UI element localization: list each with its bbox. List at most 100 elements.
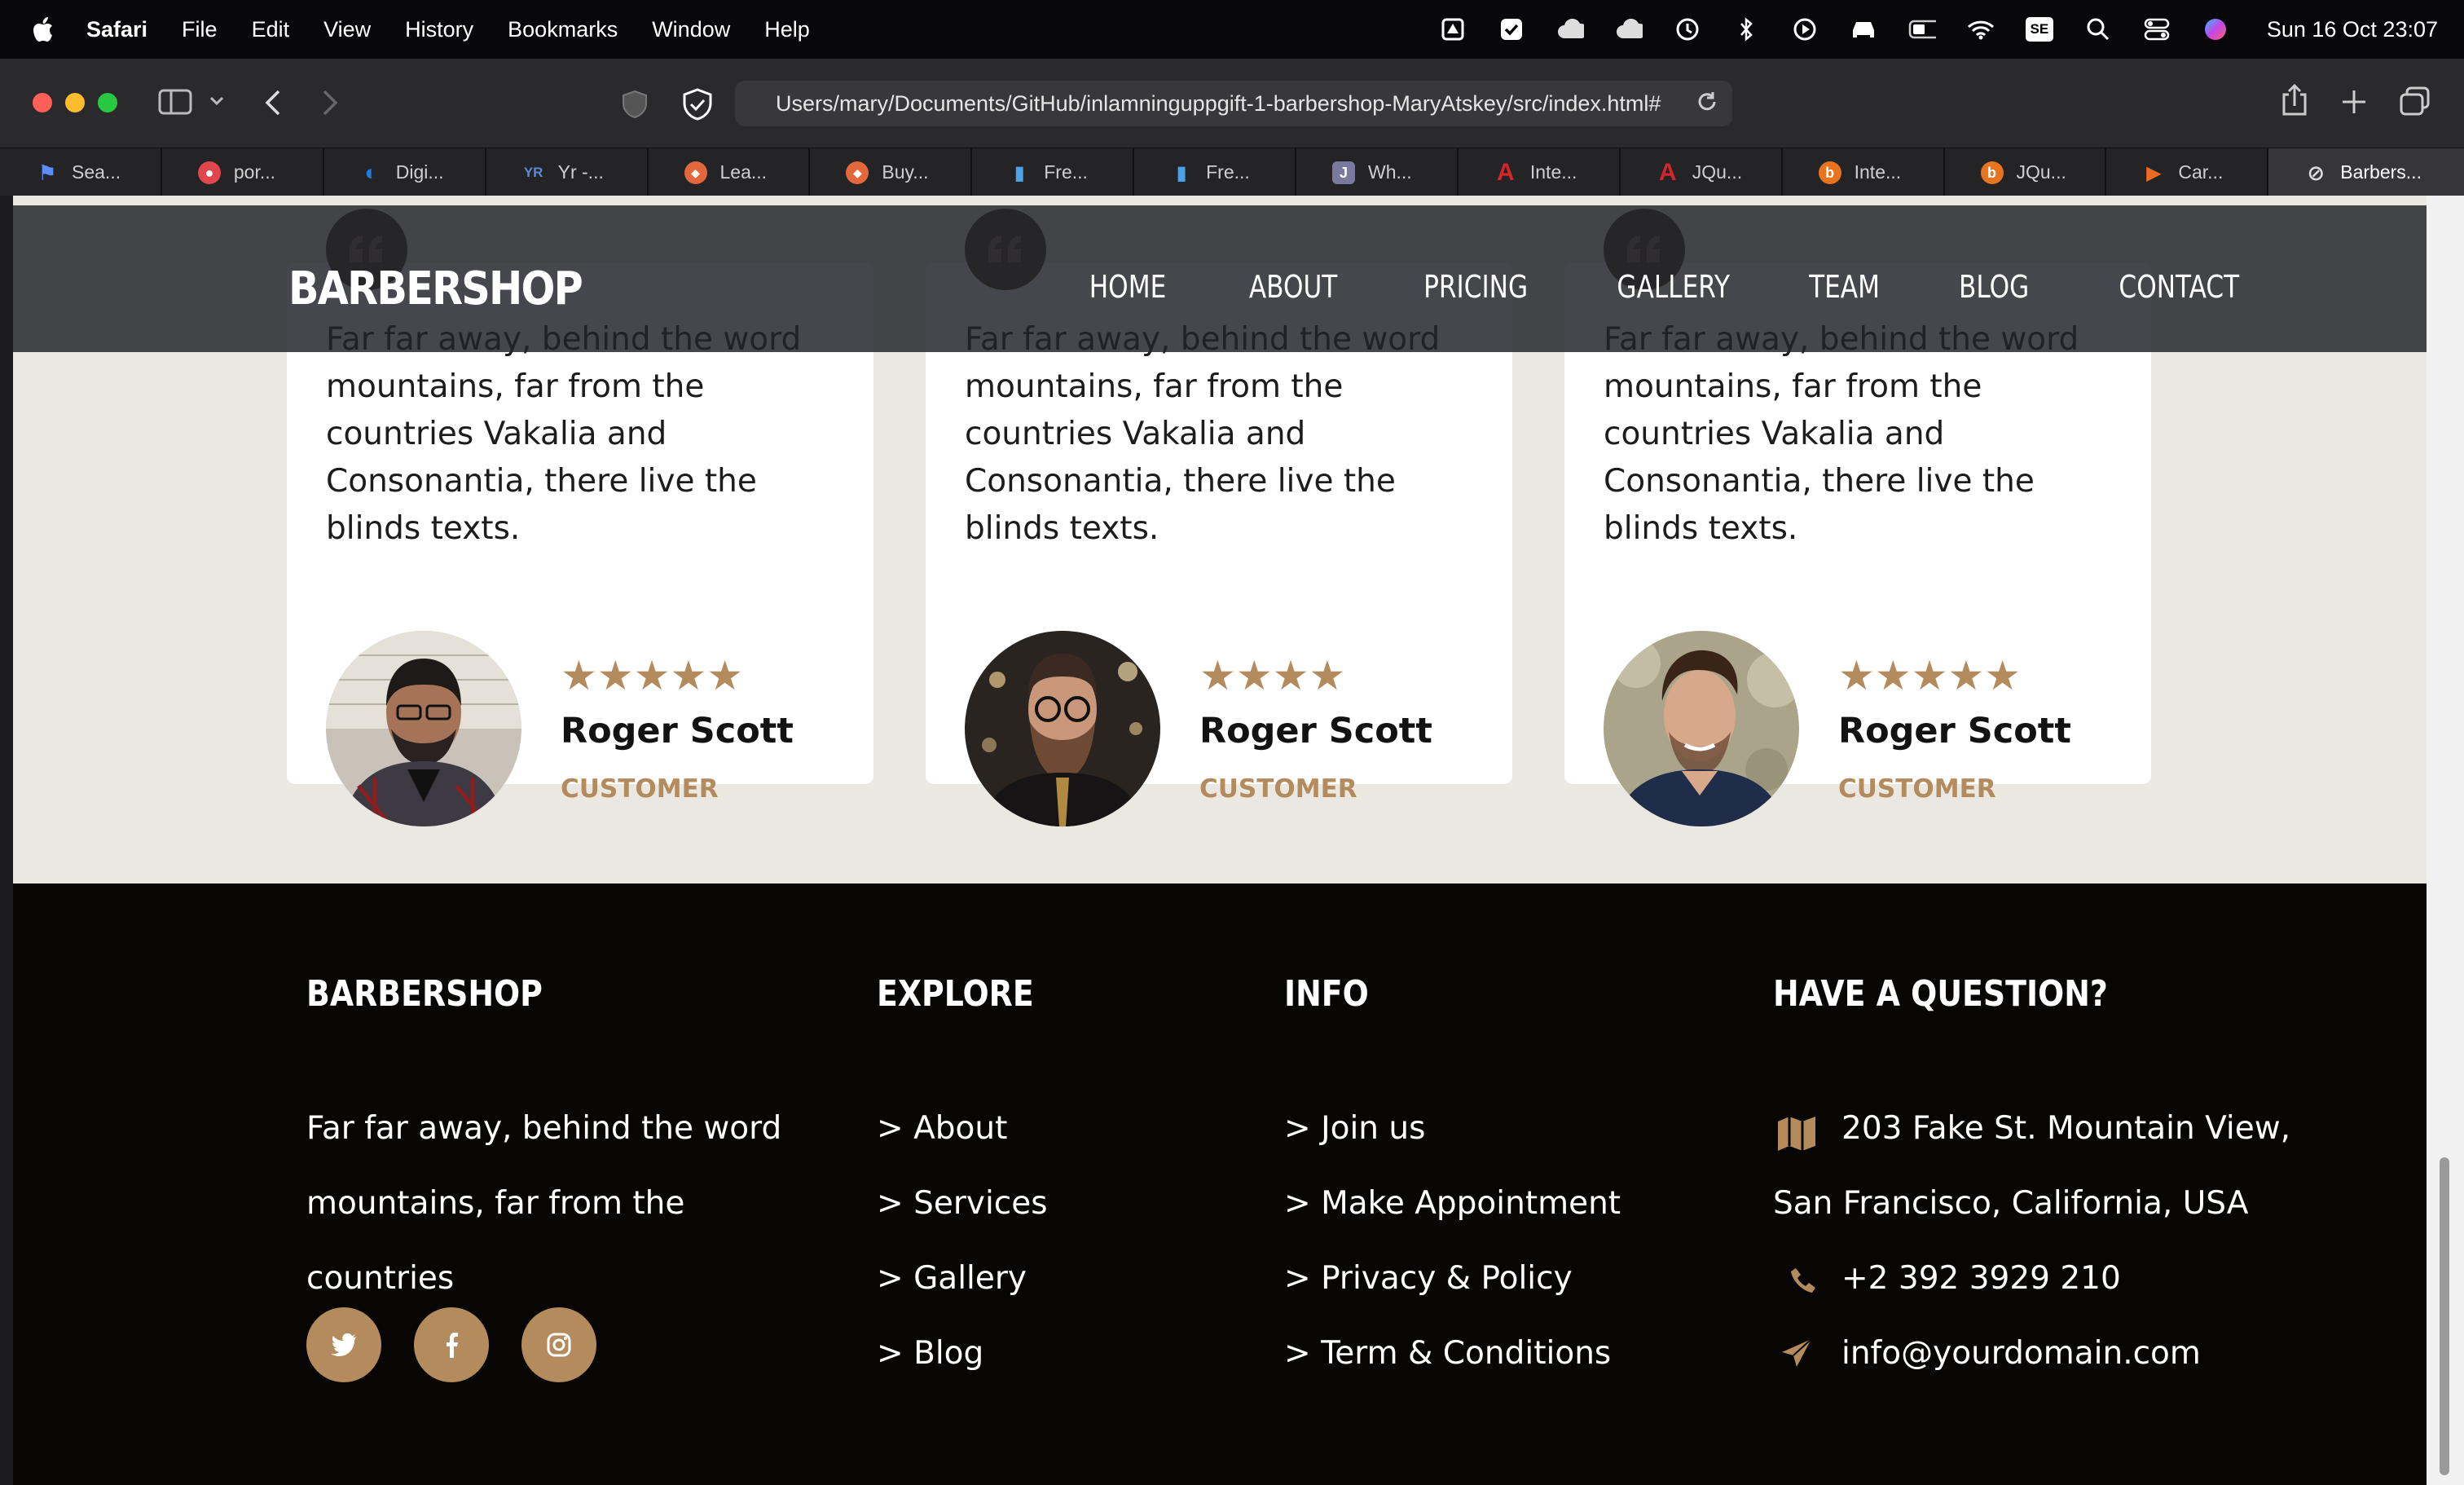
nav-team[interactable]: TEAM	[1809, 269, 1880, 305]
twitter-icon	[331, 1333, 356, 1356]
tab-13[interactable]: b JQu...	[1944, 148, 2107, 196]
favicon-icon: ⚑	[37, 160, 57, 185]
reviewer-role: CUSTOMER	[1199, 774, 1357, 804]
menu-view[interactable]: View	[323, 17, 371, 42]
footer-email[interactable]: info@yourdomain.com	[1841, 1335, 2201, 1372]
facebook-button[interactable]	[414, 1307, 489, 1382]
tab-4[interactable]: YR Yr -...	[486, 148, 649, 196]
bluetooth-icon[interactable]	[1732, 15, 1760, 43]
footer-link-services[interactable]: > Services	[877, 1185, 1048, 1222]
address-bar-url: Users/mary/Documents/GitHub/inlamningupp…	[776, 90, 1661, 116]
menu-bookmarks[interactable]: Bookmarks	[508, 17, 618, 42]
footer-link-terms-conditions[interactable]: > Term & Conditions	[1284, 1335, 1611, 1372]
menu-app-safari[interactable]: Safari	[86, 17, 147, 42]
map-icon	[1776, 1113, 1817, 1154]
footer-link-about[interactable]: > About	[877, 1110, 1007, 1147]
footer-link-make-appointment[interactable]: > Make Appointment	[1284, 1185, 1621, 1222]
car-icon[interactable]	[1850, 15, 1877, 43]
instagram-icon	[547, 1333, 571, 1357]
nav-about[interactable]: ABOUT	[1249, 269, 1338, 305]
nav-pricing[interactable]: PRICING	[1424, 269, 1529, 305]
nav-home[interactable]: HOME	[1089, 269, 1167, 305]
footer-link-privacy-policy[interactable]: > Privacy & Policy	[1284, 1260, 1573, 1297]
tab-label: Lea...	[719, 161, 768, 183]
twitter-button[interactable]	[306, 1307, 381, 1382]
window-zoom-button[interactable]	[98, 93, 117, 112]
footer-phone[interactable]: +2 392 3929 210	[1841, 1260, 2121, 1297]
tab-label: JQu...	[1692, 161, 1743, 183]
tab-14[interactable]: ▶ Car...	[2106, 148, 2269, 196]
back-button[interactable]	[262, 88, 284, 117]
forward-button[interactable]	[319, 88, 341, 117]
tab-label: por...	[233, 161, 276, 183]
tab-7[interactable]: ▮ Fre...	[972, 148, 1135, 196]
rating-stars: ★★★★★	[1838, 653, 2022, 698]
tab-5[interactable]: ◆ Lea...	[648, 148, 811, 196]
new-tab-icon[interactable]	[2340, 88, 2368, 116]
scrollbar-thumb[interactable]	[2440, 1157, 2449, 1475]
rating-stars: ★★★★★	[561, 653, 744, 698]
tab-6[interactable]: ◆ Buy...	[810, 148, 973, 196]
tab-overview-icon[interactable]	[2399, 86, 2431, 117]
cloud-icon[interactable]	[1556, 15, 1584, 43]
favicon-icon: ▮	[1176, 161, 1187, 184]
status-area: SE Sun 16 Oct 23:07	[1439, 0, 2438, 59]
footer-link-gallery[interactable]: > Gallery	[877, 1260, 1027, 1297]
privacy-shield-icon[interactable]	[621, 90, 649, 119]
reviewer-role: CUSTOMER	[1838, 774, 1996, 804]
chevron-down-icon[interactable]	[209, 95, 225, 108]
favicon-icon: ▶	[2146, 161, 2162, 184]
favicon-icon: ◆	[684, 161, 707, 184]
tab-3[interactable]: ◐ Digi...	[323, 148, 486, 196]
phone-icon	[1783, 1260, 1824, 1301]
window-close-button[interactable]	[33, 93, 52, 112]
wifi-icon[interactable]	[1967, 15, 1995, 43]
site-logo[interactable]: BARBERSHOP	[288, 262, 583, 315]
share-icon[interactable]	[2280, 83, 2309, 117]
instagram-button[interactable]	[521, 1307, 596, 1382]
input-source-icon[interactable]: SE	[2025, 17, 2053, 42]
cloud-icon-2[interactable]	[1615, 15, 1643, 43]
nav-contact[interactable]: CONTACT	[2119, 269, 2239, 305]
site-header: BARBERSHOP HOME ABOUT PRICING GALLERY TE…	[13, 205, 2427, 352]
nav-blog[interactable]: BLOG	[1958, 269, 2028, 305]
tab-2[interactable]: ● por...	[161, 148, 324, 196]
drive-icon[interactable]	[1439, 15, 1467, 43]
reload-icon[interactable]	[1695, 90, 1719, 121]
menu-file[interactable]: File	[182, 17, 218, 42]
footer-link-blog[interactable]: > Blog	[877, 1335, 983, 1372]
nav-gallery[interactable]: GALLERY	[1617, 269, 1730, 305]
tab-8[interactable]: ▮ Fre...	[1134, 148, 1296, 196]
tab-12[interactable]: b Inte...	[1782, 148, 1945, 196]
menu-history[interactable]: History	[405, 17, 473, 42]
tab-label: Inte...	[1529, 161, 1577, 183]
footer-heading-explore: EXPLORE	[877, 973, 1034, 1015]
sidebar-toggle-icon[interactable]	[158, 88, 192, 116]
extension-shield-check-icon[interactable]	[681, 88, 714, 121]
battery-icon[interactable]	[1908, 15, 1936, 43]
window-minimize-button[interactable]	[65, 93, 85, 112]
menubar-clock[interactable]: Sun 16 Oct 23:07	[2267, 17, 2438, 42]
address-bar[interactable]: Users/mary/Documents/GitHub/inlamningupp…	[735, 81, 1732, 126]
control-center-icon[interactable]	[2143, 15, 2171, 43]
checkmark-app-icon[interactable]	[1498, 15, 1525, 43]
spotlight-search-icon[interactable]	[2084, 15, 2112, 43]
browser-toolbar: Users/mary/Documents/GitHub/inlamningupp…	[0, 59, 2464, 148]
apple-icon[interactable]	[33, 16, 54, 42]
tab-9[interactable]: J Wh...	[1296, 148, 1459, 196]
menu-help[interactable]: Help	[764, 17, 810, 42]
play-icon[interactable]	[1791, 15, 1819, 43]
footer-about-text: countries	[306, 1260, 455, 1297]
tab-active-barbershop[interactable]: ⊘ Barbers...	[2268, 148, 2464, 196]
page-scrollbar[interactable]	[2427, 196, 2464, 1485]
footer-link-join-us[interactable]: > Join us	[1284, 1110, 1425, 1147]
menu-window[interactable]: Window	[652, 17, 730, 42]
menu-edit[interactable]: Edit	[252, 17, 290, 42]
favicon-icon: ●	[197, 161, 221, 184]
time-machine-icon[interactable]	[1674, 15, 1701, 43]
footer-heading-info: INFO	[1284, 973, 1369, 1015]
tab-1[interactable]: ⚑ Sea...	[0, 148, 162, 196]
siri-icon[interactable]	[2202, 15, 2229, 43]
tab-10[interactable]: A Inte...	[1458, 148, 1621, 196]
tab-11[interactable]: A JQu...	[1620, 148, 1783, 196]
